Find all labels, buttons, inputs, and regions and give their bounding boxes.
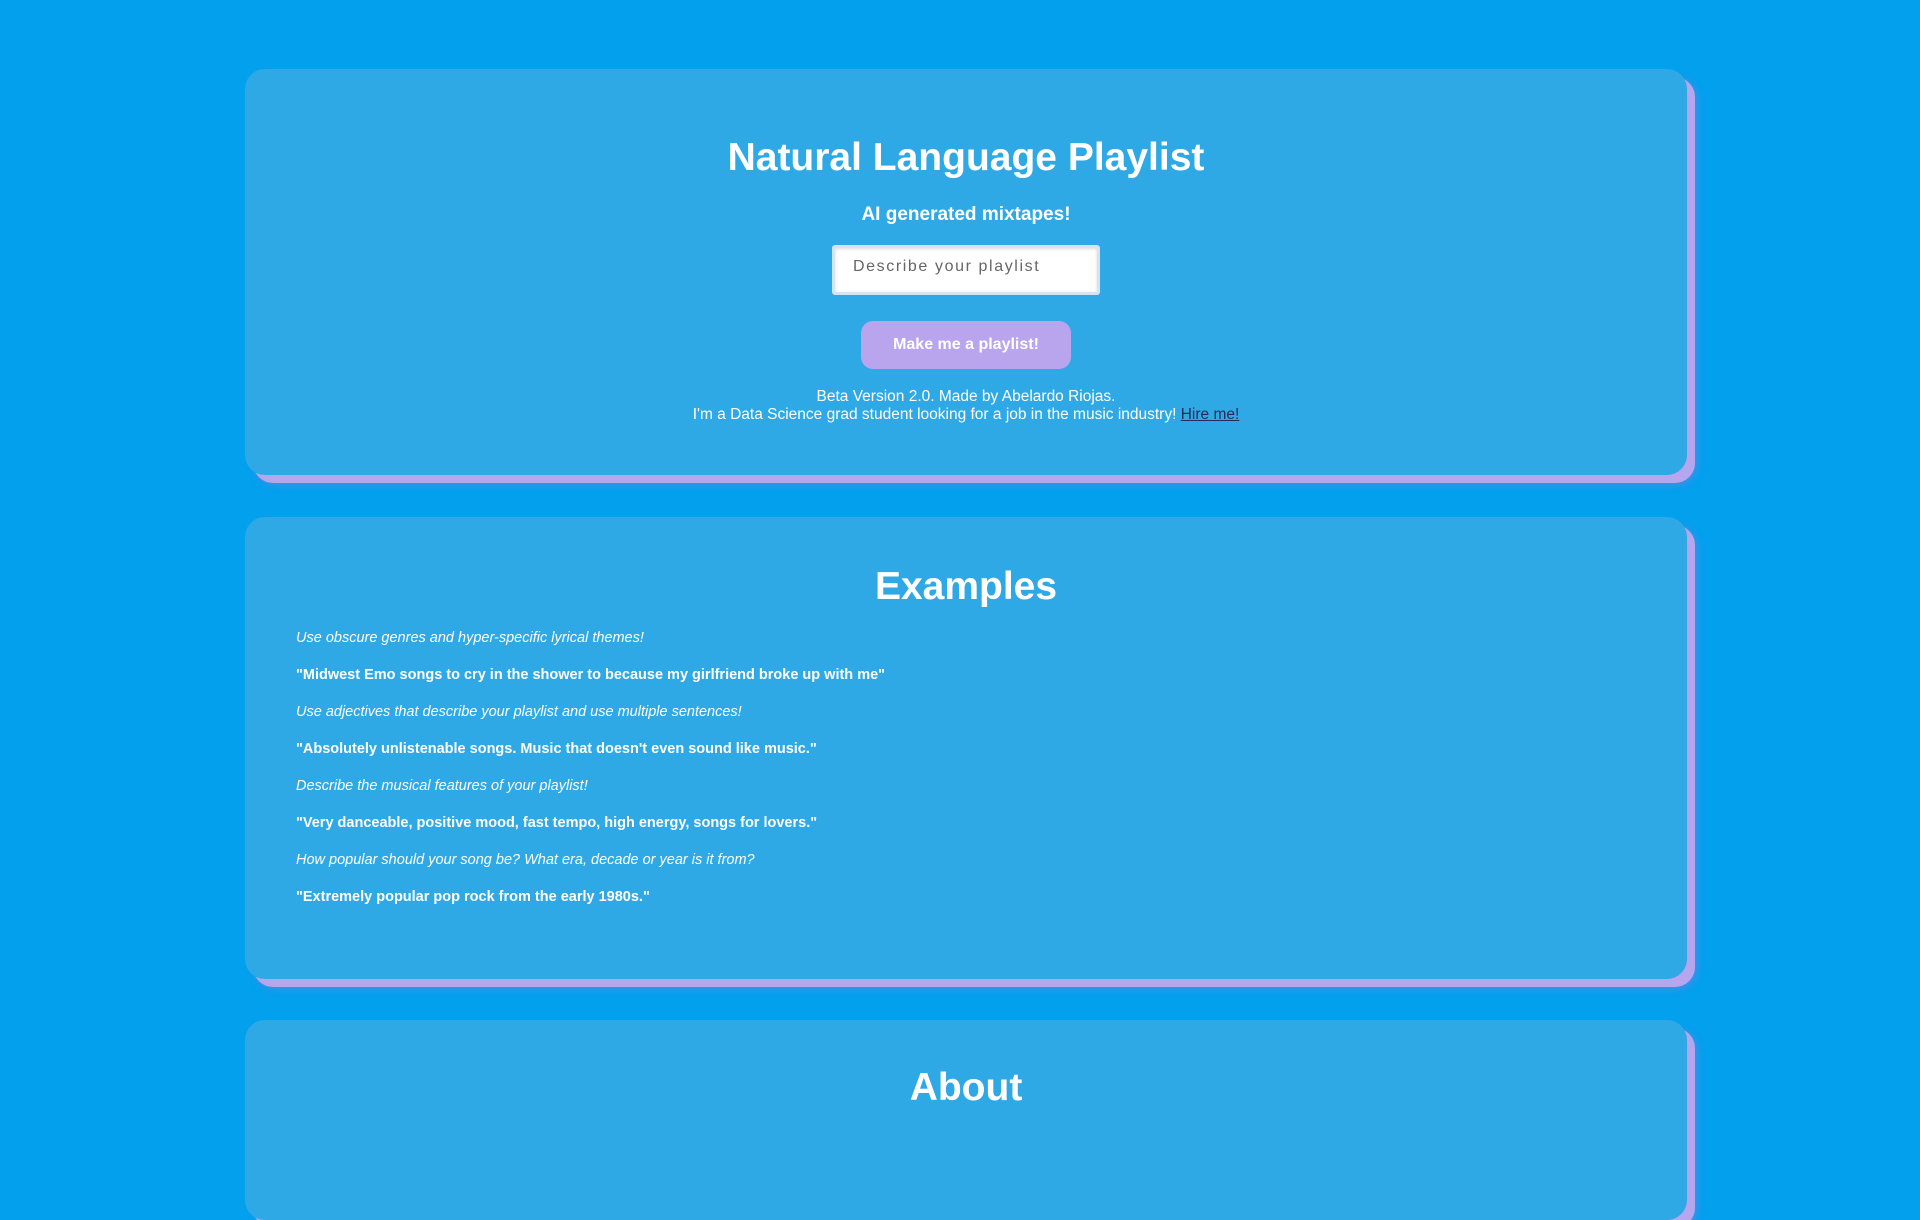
examples-card: Examples Use obscure genres and hyper-sp… [245, 517, 1687, 979]
playlist-input-container [832, 245, 1100, 295]
example-hint: How popular should your song be? What er… [296, 852, 755, 868]
example-hint: Use obscure genres and hyper-specific ly… [296, 630, 644, 646]
hire-me-link[interactable]: Hire me! [1181, 406, 1240, 423]
examples-title: Examples [874, 565, 1058, 608]
playlist-description-input[interactable] [835, 248, 1097, 292]
credits-line-bio: I'm a Data Science grad student looking … [245, 406, 1687, 424]
credits-line-version: Beta Version 2.0. Made by Abelardo Rioja… [816, 388, 1116, 405]
hero-card: Natural Language Playlist AI generated m… [245, 69, 1687, 475]
bio-text: I'm a Data Science grad student looking … [692, 406, 1177, 423]
example-prompt: "Extremely popular pop rock from the ear… [296, 889, 650, 905]
example-prompt: "Midwest Emo songs to cry in the shower … [296, 667, 886, 683]
credits-text: Beta Version 2.0. Made by Abelardo Rioja… [245, 388, 1687, 424]
about-title: About [909, 1066, 1023, 1109]
example-prompt: "Absolutely unlistenable songs. Music th… [296, 741, 817, 757]
page-title: Natural Language Playlist [727, 136, 1205, 179]
examples-list: Use obscure genres and hyper-specific ly… [296, 629, 1647, 925]
about-card: About [245, 1020, 1687, 1220]
example-hint: Use adjectives that describe your playli… [296, 704, 742, 720]
example-hint: Describe the musical features of your pl… [296, 778, 588, 794]
example-prompt: "Very danceable, positive mood, fast tem… [296, 815, 818, 831]
page-subtitle: AI generated mixtapes! [861, 204, 1071, 225]
make-playlist-button[interactable]: Make me a playlist! [861, 321, 1071, 369]
